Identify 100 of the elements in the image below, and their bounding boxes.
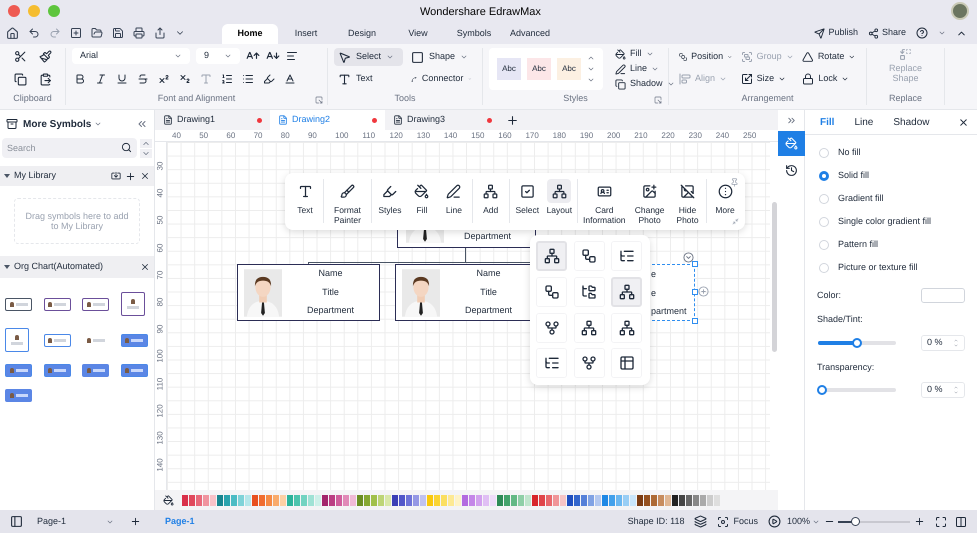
ruler-label: 190 (580, 130, 594, 141)
ruler-label: 140 (444, 130, 458, 141)
font-size-field[interactable]: 9 (196, 48, 240, 64)
ruler-label: 100 (335, 130, 350, 141)
document-tab[interactable]: Drawing2 (270, 110, 385, 130)
ruler-label: 180 (552, 130, 567, 141)
tool-button[interactable]: Text (334, 70, 403, 88)
style-option-button[interactable]: Fill (615, 48, 675, 60)
card-text: e (651, 286, 658, 300)
card-text: e (651, 268, 658, 281)
toolbar-button[interactable]: Line (438, 179, 470, 215)
style-gallery[interactable]: Abc Abc Abc (489, 48, 603, 90)
card-text: Department (464, 304, 512, 318)
ruler-label: 50 (199, 130, 210, 141)
toolbar-button[interactable]: Styles (374, 179, 406, 215)
card-text: partment (651, 305, 687, 318)
panel-tab[interactable]: Fill (813, 114, 842, 130)
toolbar-button[interactable]: Text (289, 179, 321, 215)
ruler-label: 160 (498, 130, 513, 141)
ruler-label: 210 (634, 130, 649, 141)
share-button[interactable]: Share (868, 26, 906, 40)
ruler-label: 70 (254, 130, 264, 141)
toolbar-button[interactable]: Fill (406, 179, 438, 215)
page-select[interactable]: Page-1 (37, 514, 114, 528)
panel-tab[interactable]: Shadow (886, 114, 936, 130)
ruler-label: 120 (390, 130, 404, 141)
ruler-label: 140 (154, 458, 166, 472)
ruler-label: 110 (362, 130, 376, 141)
style-preset[interactable]: Abc (497, 58, 521, 80)
percent-field[interactable]: 0 % (921, 382, 965, 398)
card-text: Title (322, 286, 339, 299)
ruler-label: 60 (154, 243, 166, 252)
toolbar-button[interactable]: Card Information (580, 179, 629, 225)
ruler-label: 80 (280, 130, 291, 141)
ruler-label: 130 (154, 431, 166, 445)
fill-radio-option[interactable]: Pattern fill (819, 239, 963, 251)
menu-tab[interactable]: Home (222, 24, 278, 44)
group-label: Tools (394, 92, 416, 104)
fill-radio-option[interactable]: Gradient fill (819, 193, 963, 205)
fill-radio-option[interactable]: No fill (819, 147, 963, 159)
style-preset[interactable]: Abc (527, 58, 551, 80)
more-symbols-button[interactable]: More Symbols (23, 116, 102, 132)
ruler-label: 200 (607, 130, 622, 141)
toolbar-button[interactable]: Format Painter (326, 179, 370, 225)
shape-id-label: Shape ID: 118 (628, 514, 684, 528)
tool-button[interactable]: Select (334, 48, 403, 66)
percent-field[interactable]: 0 % (921, 334, 965, 350)
arrange-button[interactable]: Position (679, 50, 733, 64)
menu-tab[interactable]: Design (334, 24, 390, 44)
fill-radio-option[interactable]: Solid fill (819, 170, 963, 182)
search-field[interactable]: Search (2, 138, 137, 158)
style-option-button[interactable]: Shadow (615, 78, 675, 90)
tool-button[interactable]: Shape (407, 48, 476, 66)
group-label: Replace (888, 92, 922, 105)
style-preset[interactable]: Abc (557, 58, 581, 80)
ruler-label: 220 (661, 130, 676, 141)
section-header[interactable]: Org Chart(Automated) (0, 256, 154, 278)
group-label: Clipboard (13, 92, 52, 105)
toolbar-button[interactable]: Change Photo (628, 179, 671, 225)
card-text: Department (306, 304, 354, 318)
toolbar-button[interactable]: Select (511, 179, 544, 215)
ruler-label: 130 (416, 130, 432, 141)
ruler-label: 240 (716, 130, 730, 141)
field-label: Transparency: (817, 360, 876, 374)
ruler-label: 30 (154, 162, 166, 170)
zoom-select[interactable]: 100% (786, 514, 820, 528)
ruler-label: 230 (688, 130, 703, 141)
menu-tab[interactable]: Insert (278, 24, 334, 44)
group-label: Arrangement (741, 92, 794, 105)
arrange-button[interactable]: Rotate (802, 50, 856, 64)
ruler-label: 40 (172, 130, 182, 141)
ruler-label: 90 (154, 324, 166, 334)
focus-button[interactable]: Focus (717, 514, 758, 528)
ruler-label: 40 (154, 188, 166, 198)
document-tab[interactable]: Drawing3 (385, 110, 500, 130)
section-header[interactable]: My Library (0, 166, 154, 186)
arrange-button[interactable]: Lock (802, 72, 856, 86)
ruler-label: 110 (154, 377, 166, 390)
fill-radio-option[interactable]: Picture or texture fill (819, 262, 963, 274)
menu-tab[interactable]: View (390, 24, 446, 44)
ruler-label: 100 (154, 350, 166, 363)
group-label: Font and Alignment (158, 92, 236, 105)
menu-tab[interactable]: Symbols (446, 24, 502, 44)
style-option-button[interactable]: Line (615, 63, 675, 75)
toolbar-button[interactable]: Add (474, 179, 507, 215)
ruler-label: 70 (154, 270, 166, 280)
toolbar-button[interactable]: More (709, 179, 741, 215)
publish-button[interactable]: Publish (814, 26, 858, 40)
panel-tab[interactable]: Line (847, 114, 880, 130)
fill-radio-option[interactable]: Single color gradient fill (819, 216, 963, 228)
toolbar-button[interactable]: Hide Photo (670, 179, 704, 225)
tool-button[interactable]: Connector (407, 70, 476, 88)
card-text: Name (476, 267, 500, 280)
arrange-button[interactable]: Size (740, 72, 794, 86)
card-text: Name (318, 267, 342, 280)
ruler-label: 50 (154, 216, 166, 225)
section-title: My Library (14, 169, 56, 182)
menu-tab[interactable]: Advanced (502, 24, 558, 44)
document-tab[interactable]: Drawing1 (155, 110, 270, 130)
font-name-field[interactable]: Arial (72, 48, 190, 64)
